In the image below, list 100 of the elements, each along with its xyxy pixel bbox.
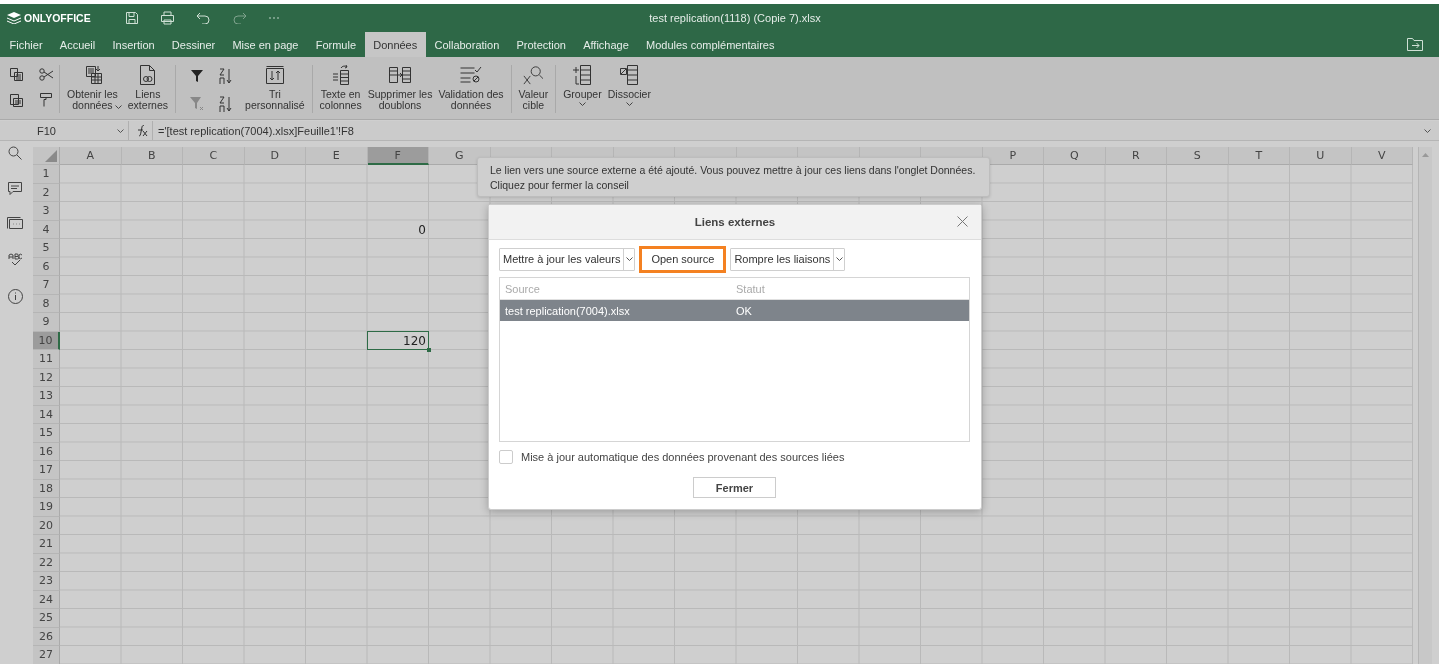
row-header[interactable]: 3	[33, 202, 60, 221]
menu-tab[interactable]: Formule	[307, 32, 365, 57]
column-header[interactable]: V	[1351, 147, 1413, 165]
row-header[interactable]: 1	[33, 165, 60, 184]
menu-tab[interactable]: Dessiner	[163, 32, 224, 57]
chevron-down-icon[interactable]	[1424, 128, 1431, 133]
toolbar-button[interactable]: Obtenir les données	[64, 65, 125, 111]
sort-ascending-icon[interactable]	[218, 68, 233, 84]
menu-tab[interactable]: Collaboration	[425, 32, 508, 57]
undo-icon[interactable]	[196, 12, 211, 24]
chevron-down-icon	[117, 128, 124, 133]
formula-field[interactable]: ='[test replication(7004).xlsx]Feuille1'!F8	[153, 124, 1424, 137]
toolbar-button[interactable]: Validation des données	[435, 65, 507, 111]
open-folder-icon[interactable]	[1407, 38, 1423, 51]
search-icon[interactable]	[8, 146, 22, 160]
close-button[interactable]: Fermer	[693, 477, 776, 498]
break-links-button[interactable]: Rompre les liaisons	[730, 247, 846, 271]
chat-icon[interactable]	[7, 217, 23, 231]
menu-tab[interactable]: Affichage	[574, 32, 638, 57]
row-header[interactable]: 9	[33, 313, 60, 332]
logo-icon	[7, 12, 21, 24]
row-header[interactable]: 13	[33, 387, 60, 406]
app-logo: ONLYOFFICE	[24, 12, 91, 24]
menu-tab[interactable]: Mise en page	[223, 32, 308, 57]
column-header[interactable]: R	[1105, 147, 1167, 165]
table-cell: OK	[735, 304, 752, 317]
column-header[interactable]: D	[244, 147, 306, 165]
checkbox-label: Mise à jour automatique des données provenant des sources liées	[521, 451, 845, 463]
row-header[interactable]: 23	[33, 572, 60, 591]
cell-reference-field[interactable]: F10	[33, 121, 129, 140]
sort-descending-icon[interactable]	[218, 96, 233, 112]
tooltip-text: Cliquez pour fermer la conseil	[490, 178, 630, 192]
copy-icon[interactable]	[9, 68, 23, 81]
tooltip-text: Le lien vers une source externe a été ajouté. Vous pouvez mettre à jour ces liens dans l'onglet Données.	[490, 163, 977, 177]
toolbar-button[interactable]: Liens externes	[124, 65, 172, 111]
caret-icon	[835, 257, 843, 261]
redo-icon[interactable]	[232, 12, 247, 24]
column-header[interactable]: G	[429, 147, 491, 165]
row-header[interactable]: 7	[33, 276, 60, 295]
validation-icon	[460, 65, 482, 85]
row-header[interactable]: 5	[33, 239, 60, 258]
tooltip[interactable]: Le lien vers une source externe a été ajouté. Vous pouvez mettre à jour ces liens dans l'onglet Données. Cliquez pour fermer la conseil	[477, 157, 990, 197]
toolbar-button[interactable]: Valeur cible	[515, 65, 552, 111]
menu-tab[interactable]: Protection	[507, 32, 575, 57]
menu-tab[interactable]: Modules complémentaires	[637, 32, 783, 57]
toolbar-button[interactable]: Grouper	[560, 65, 605, 106]
row-header[interactable]: 19	[33, 498, 60, 517]
file-link-icon	[138, 65, 157, 85]
toolbar-button[interactable]: Tri personnalisé	[242, 65, 308, 111]
row-header[interactable]: 21	[33, 535, 60, 554]
row-header[interactable]: 25	[33, 609, 60, 628]
comment-icon[interactable]	[8, 182, 22, 195]
row-header[interactable]: 17	[33, 461, 60, 480]
column-header[interactable]: P	[982, 147, 1044, 165]
info-icon[interactable]	[7, 289, 23, 304]
paste-icon[interactable]	[9, 93, 23, 107]
update-values-button[interactable]: Mettre à jour les valeurs	[499, 247, 636, 271]
menu-tab[interactable]: Données	[364, 32, 426, 57]
column-header[interactable]: S	[1167, 147, 1229, 165]
row-header[interactable]: 27	[33, 646, 60, 664]
remove-duplicates-icon	[389, 65, 412, 85]
dialog-title: Liens externes	[694, 216, 776, 228]
save-icon[interactable]	[125, 11, 139, 25]
column-header[interactable]: Q	[1044, 147, 1106, 165]
toolbar-button[interactable]: Texte en colonnes	[316, 65, 365, 111]
menu-tab[interactable]: Fichier	[1, 32, 52, 57]
scissors-icon[interactable]	[38, 68, 54, 81]
column-header[interactable]: A	[60, 147, 122, 165]
print-icon[interactable]	[160, 11, 175, 25]
toolbar-button[interactable]: Dissocier	[604, 65, 654, 106]
column-header: Statut	[735, 282, 765, 295]
selected-cell[interactable]	[366, 330, 429, 350]
vertical-scrollbar[interactable]	[1418, 147, 1432, 664]
cell-value: 120	[403, 333, 426, 348]
link-row[interactable]: test replication(7004).xlsx OK	[500, 300, 969, 321]
group-icon	[573, 65, 592, 85]
column-header[interactable]: C	[183, 147, 245, 165]
format-painter-icon[interactable]	[40, 93, 52, 107]
column-header[interactable]: U	[1290, 147, 1352, 165]
column-header: Source	[504, 282, 541, 295]
caret-icon	[625, 257, 633, 261]
column-header[interactable]: F	[367, 147, 429, 165]
checkbox[interactable]	[499, 450, 513, 464]
ungroup-icon	[620, 65, 639, 85]
table-import-icon	[84, 65, 105, 85]
menu-tab[interactable]: Insertion	[103, 32, 164, 57]
goal-seek-icon	[521, 65, 546, 85]
row-header[interactable]: 11	[33, 350, 60, 369]
cell-value: 0	[418, 222, 426, 237]
column-header[interactable]: E	[306, 147, 368, 165]
column-header[interactable]: T	[1228, 147, 1290, 165]
menu-tab[interactable]: Accueil	[51, 32, 104, 57]
column-header[interactable]: B	[121, 147, 183, 165]
spellcheck-icon[interactable]	[7, 253, 23, 267]
close-icon[interactable]	[957, 216, 968, 227]
filter-icon[interactable]	[191, 69, 204, 83]
open-source-button[interactable]: Open source	[639, 245, 727, 273]
table-cell-text: test replication(7004).xlsx	[504, 304, 631, 317]
row-header[interactable]: 15	[33, 424, 60, 443]
toolbar-button[interactable]: Supprimer les doublons	[364, 65, 436, 111]
